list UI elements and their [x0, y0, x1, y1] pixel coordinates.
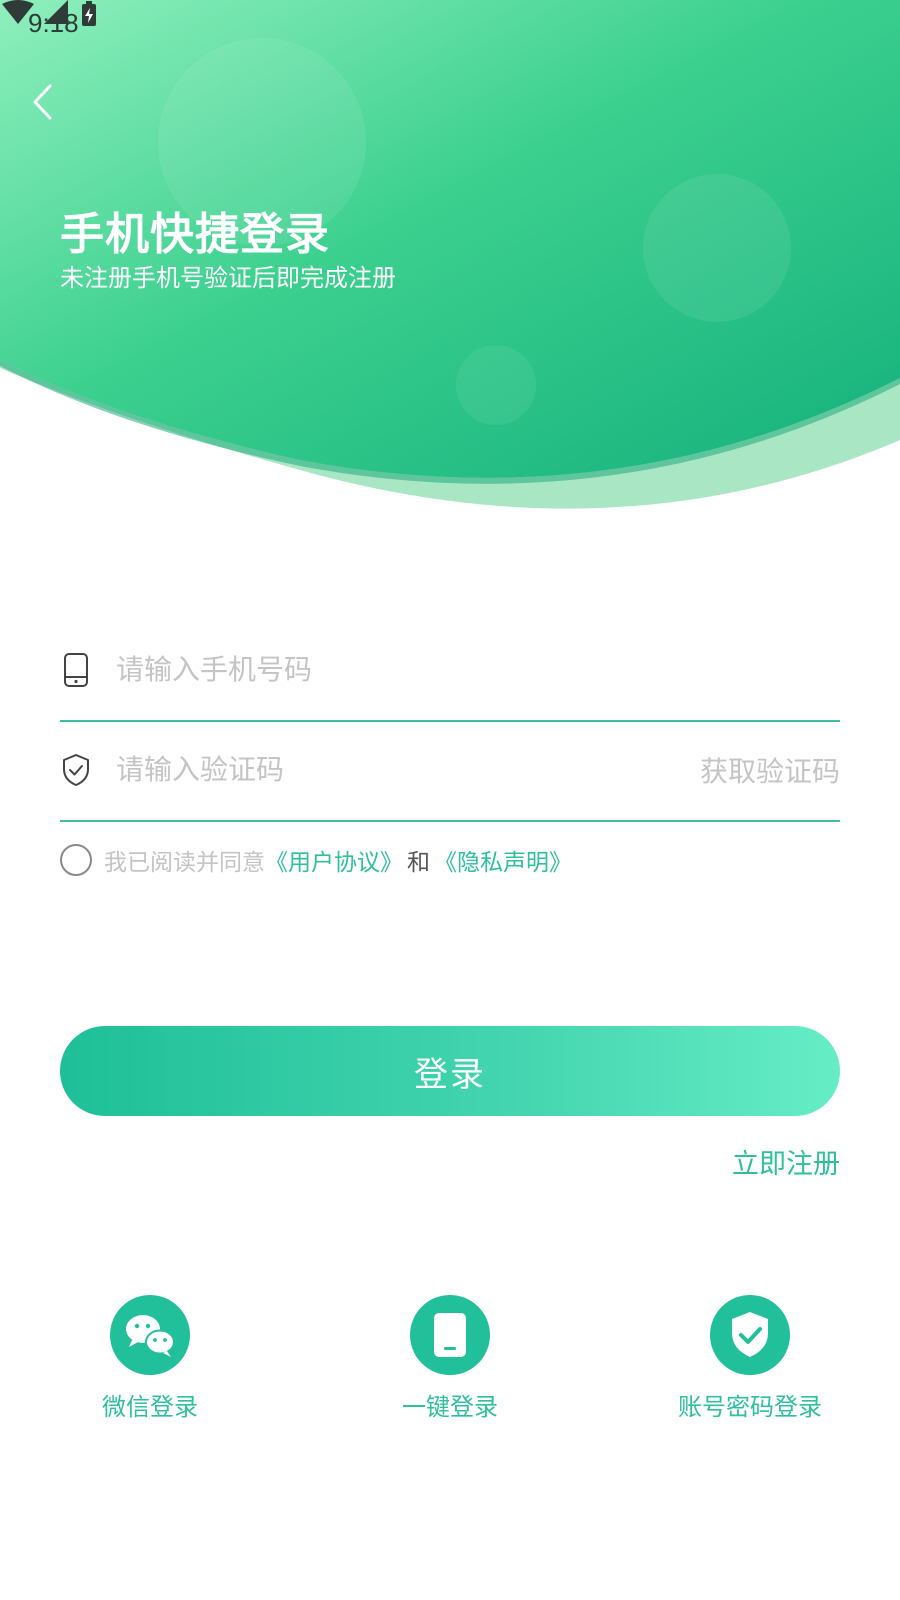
- shield-check-icon: [63, 754, 89, 786]
- signal-icon: [44, 0, 68, 24]
- login-screen: 9:18 手机快捷登录 未注册手机号验证后即完成注册: [0, 0, 900, 1600]
- one-key-login-button[interactable]: 一键登录: [350, 1295, 550, 1422]
- login-button[interactable]: 登录: [60, 1026, 840, 1116]
- agreement-and: 和: [407, 850, 430, 876]
- status-bar: 9:18: [0, 0, 900, 50]
- wechat-login-label: 微信登录: [102, 1393, 198, 1421]
- header-banner: 9:18 手机快捷登录 未注册手机号验证后即完成注册: [0, 0, 900, 520]
- back-button[interactable]: [26, 80, 66, 124]
- user-agreement-link[interactable]: 《用户协议》: [265, 843, 403, 877]
- code-field: 获取验证码: [60, 722, 840, 822]
- phone-input[interactable]: [116, 646, 636, 692]
- phone-icon: [434, 1313, 466, 1357]
- account-login-label: 账号密码登录: [678, 1393, 822, 1421]
- page-subtitle: 未注册手机号验证后即完成注册: [60, 264, 396, 292]
- agreement-prefix: 我已阅读并同意: [104, 850, 265, 876]
- register-link[interactable]: 立即注册: [732, 1142, 840, 1181]
- one-key-login-label: 一键登录: [402, 1393, 498, 1421]
- phone-icon: [64, 653, 88, 687]
- wechat-login-circle: [110, 1295, 190, 1375]
- account-password-login-button[interactable]: 账号密码登录: [650, 1295, 850, 1422]
- account-login-circle: [710, 1295, 790, 1375]
- privacy-link[interactable]: 《隐私声明》: [434, 843, 572, 877]
- agreement-row: 我已阅读并同意 《用户协议》 和 《隐私声明》: [60, 842, 572, 878]
- wechat-login-button[interactable]: 微信登录: [50, 1295, 250, 1422]
- phone-field: [60, 622, 840, 722]
- page-title: 手机快捷登录: [60, 209, 330, 260]
- battery-charging-icon: [82, 1, 96, 26]
- get-code-button[interactable]: 获取验证码: [700, 750, 840, 790]
- status-icons: [2, 0, 96, 26]
- wifi-icon: [2, 0, 34, 24]
- agreement-checkbox[interactable]: [60, 844, 92, 876]
- wechat-icon: [126, 1315, 175, 1357]
- one-key-login-circle: [410, 1295, 490, 1375]
- chevron-left-icon: [33, 84, 52, 120]
- code-input[interactable]: [116, 746, 636, 792]
- shield-check-icon: [732, 1312, 768, 1357]
